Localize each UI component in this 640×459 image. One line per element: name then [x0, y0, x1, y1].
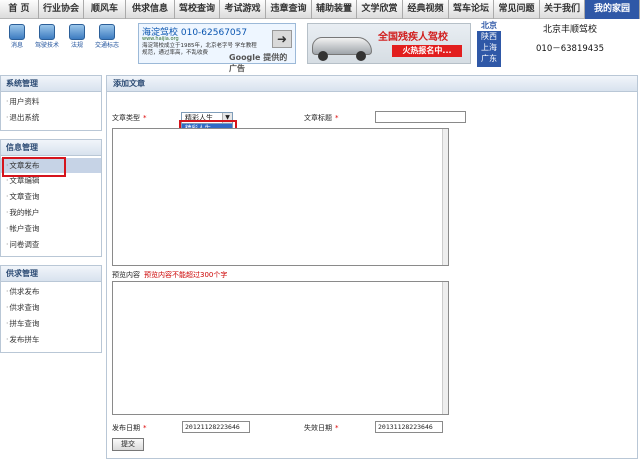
sidebar-list: ·供求发布 ·供求查询 ·拼车查询 ·发布拼车	[1, 282, 101, 351]
ad-url[interactable]: www.haijia.org	[142, 36, 179, 42]
sidebar-panel-title: 信息管理	[1, 139, 101, 156]
quick-link-label: 消息	[10, 42, 23, 49]
sidebar-item-label: 文章查询	[9, 192, 40, 202]
quick-link[interactable]: 消息	[4, 24, 30, 49]
sidebar-item-label: 帐户查询	[9, 223, 40, 233]
preview-textarea[interactable]	[112, 281, 449, 415]
sidebar-panel: 供求管理 ·供求发布 ·供求查询 ·拼车查询 ·发布拼车	[0, 265, 102, 353]
nav-item[interactable]: 常见问题	[494, 0, 540, 19]
nav-item[interactable]: 供求信息	[126, 0, 175, 19]
sidebar-item[interactable]: ·用户资料	[1, 94, 101, 110]
sidebar-item[interactable]: ·我的帐户	[1, 205, 101, 221]
city-item[interactable]: 上海	[477, 42, 501, 53]
publish-date-input[interactable]: 20121128223646	[182, 421, 250, 433]
quick-link[interactable]: 驾驶技术	[34, 24, 60, 49]
sidebar-panel-title: 供求管理	[1, 266, 101, 283]
article-title-label: 文章标题 *	[304, 114, 339, 122]
sidebar-item-label: 退出系统	[9, 112, 40, 122]
sidebar-item[interactable]: ·拼车查询	[1, 316, 101, 332]
highlight-frame	[2, 157, 66, 177]
nav-item[interactable]: 顺风车	[84, 0, 126, 19]
sidebar-item-label: 用户资料	[9, 97, 40, 106]
expire-date-input[interactable]: 20131128223646	[375, 421, 443, 433]
nav-item[interactable]: 经典视频	[403, 0, 449, 19]
law-icon[interactable]	[69, 24, 85, 40]
article-title-input[interactable]	[375, 111, 466, 123]
top-navigation: 首 页行业协会 顺风车 供求信息 驾校查询 考试游戏 违章查询 辅助装置 文学欣赏 经典视频 驾车…	[0, 0, 640, 19]
google-ads-label: Google 提供的广告	[229, 53, 288, 73]
sidebar-list: ·用户资料 ·退出系统	[1, 92, 101, 130]
sidebar-item-label: 供求发布	[9, 287, 40, 297]
city-item[interactable]: 陕西	[477, 31, 501, 42]
sidebar-item-label: 文章编辑	[9, 176, 40, 186]
school-phone: 010－63819435	[536, 44, 604, 54]
arrow-right-icon[interactable]: ➜	[272, 30, 292, 48]
preview-scrollbar[interactable]	[442, 282, 448, 414]
nav-item[interactable]: 行业协会	[39, 0, 84, 19]
quick-link-label: 驾驶技术	[34, 42, 59, 49]
city-list: 北京 陕西 上海 广东	[477, 20, 501, 67]
quick-link-label: 法规	[70, 42, 83, 49]
nav-item[interactable]: 首 页	[0, 0, 39, 19]
sidebar-item-label: 拼车查询	[9, 318, 40, 328]
nav-item[interactable]: 关于我们	[540, 0, 585, 19]
quick-icons: 消息 驾驶技术 法规 交通标志	[4, 22, 128, 66]
add-article-panel: 添加文章 文章类型* 精彩人生 ▼ 精彩人生创业历程文学作品法规标准其他 文章标…	[106, 75, 638, 459]
school-name: 北京丰顺驾校	[542, 25, 597, 35]
article-type-label: 文章类型 *	[112, 114, 147, 122]
publish-date-label: 发布日期 *	[112, 424, 147, 432]
nav-item[interactable]: 我的家园	[585, 0, 640, 19]
sidebar-panel: 系统管理 ·用户资料 ·退出系统	[0, 75, 102, 131]
nav-item[interactable]: 驾车论坛	[449, 0, 494, 19]
preview-label: 预览内容 预览内容不能超过300个字	[112, 271, 228, 279]
sidebar-item[interactable]: ·问卷调查	[1, 237, 101, 253]
sidebar-item-label: 问卷调查	[9, 239, 40, 249]
sidebar: 系统管理 ·用户资料 ·退出系统 信息管理 ·文章发布 ·文章编辑 ·文章查询 ·我的帐户 ·帐…	[0, 75, 102, 361]
sidebar-panel-title: 系统管理	[1, 76, 101, 92]
sidebar-item-label: 发布拼车	[9, 334, 40, 344]
sidebar-item-label: 供求查询	[9, 303, 40, 313]
sign-icon[interactable]	[99, 24, 115, 40]
ad-car-title: 全国残疾人驾校	[378, 32, 448, 43]
ad-car-subtitle: 火热报名中...	[392, 45, 462, 57]
preview-warning: 预览内容不能超过300个字	[144, 271, 228, 279]
sidebar-item-label: 我的帐户	[9, 207, 40, 217]
editor-scrollbar[interactable]	[442, 129, 448, 265]
content-editor[interactable]	[112, 128, 449, 266]
sidebar-item[interactable]: ·文章查询	[1, 189, 101, 205]
sidebar-item[interactable]: ·帐户查询	[1, 221, 101, 237]
city-item[interactable]: 北京	[477, 20, 501, 31]
sidebar-item[interactable]: ·供求查询	[1, 300, 101, 316]
nav-item[interactable]: 辅助装置	[312, 0, 357, 19]
message-icon[interactable]	[9, 24, 25, 40]
sidebar-item[interactable]: ·发布拼车	[1, 332, 101, 348]
city-item[interactable]: 广东	[477, 53, 501, 64]
quick-link-label: 交通标志	[94, 42, 119, 49]
nav-item[interactable]: 违章查询	[266, 0, 312, 19]
book-icon[interactable]	[39, 24, 55, 40]
quick-link[interactable]: 法规	[64, 24, 90, 49]
nav-item[interactable]: 考试游戏	[220, 0, 266, 19]
banner: 消息 驾驶技术 法规 交通标志 海淀驾校 010-62567057 www.haiji…	[0, 20, 640, 73]
sidebar-item[interactable]: ·供求发布	[1, 284, 101, 300]
ad-driving-school[interactable]: 海淀驾校 010-62567057 www.haijia.org 海淀驾校成立于…	[138, 23, 296, 73]
wheel-icon	[318, 51, 328, 61]
nav-item[interactable]: 文学欣赏	[357, 0, 403, 19]
ad-car-banner[interactable]: 全国残疾人驾校 火热报名中...	[307, 23, 471, 64]
submit-button[interactable]: 提交	[112, 438, 144, 451]
page-title: 添加文章	[107, 76, 637, 92]
sidebar-item[interactable]: ·退出系统	[1, 110, 101, 126]
nav-item[interactable]: 驾校查询	[175, 0, 220, 19]
quick-link[interactable]: 交通标志	[94, 24, 120, 49]
expire-date-label: 失效日期 *	[304, 424, 339, 432]
wheel-icon	[356, 51, 366, 61]
